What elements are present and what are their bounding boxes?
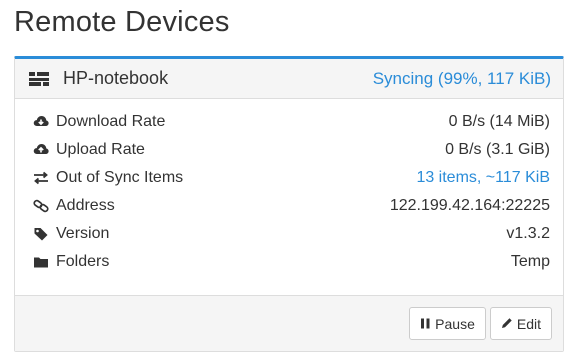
detail-value: 0 B/s (14 MiB) <box>448 113 550 130</box>
detail-row-download-rate: Download Rate 0 B/s (14 MiB) <box>33 108 550 136</box>
detail-row-folders: Folders Temp <box>33 248 550 276</box>
exchange-icon <box>33 170 49 186</box>
detail-label: Out of Sync Items <box>56 169 184 186</box>
folder-icon <box>33 254 49 270</box>
detail-row-out-of-sync: Out of Sync Items 13 items, ~117 KiB <box>33 164 550 192</box>
detail-label: Version <box>56 225 110 242</box>
desktop-icon <box>29 71 49 87</box>
link-icon <box>33 198 49 214</box>
device-name: HP-notebook <box>63 68 169 88</box>
edit-button[interactable]: Edit <box>489 307 552 340</box>
detail-value: 122.199.42.164:22225 <box>389 197 550 214</box>
detail-value: 0 B/s (3.1 GiB) <box>445 141 550 158</box>
detail-label: Address <box>56 197 115 214</box>
edit-button-label: Edit <box>516 315 541 332</box>
out-of-sync-link[interactable]: 13 items, ~117 KiB <box>416 169 550 187</box>
cloud-upload-icon <box>33 142 49 158</box>
detail-row-upload-rate: Upload Rate 0 B/s (3.1 GiB) <box>33 136 550 164</box>
pause-icon <box>420 316 431 332</box>
tag-icon <box>33 226 49 242</box>
cloud-download-icon <box>33 114 49 130</box>
detail-label: Upload Rate <box>56 141 145 158</box>
device-details: Download Rate 0 B/s (14 MiB) Upload Rate… <box>15 99 563 276</box>
detail-value: v1.3.2 <box>506 225 550 242</box>
detail-value: Temp <box>510 253 550 270</box>
detail-row-version: Version v1.3.2 <box>33 220 550 248</box>
device-panel-heading[interactable]: HP-notebook Syncing (99%, 117 KiB) <box>15 59 563 99</box>
device-sync-status: Syncing (99%, 117 KiB) <box>372 68 551 88</box>
pause-button[interactable]: Pause <box>409 307 486 340</box>
detail-label: Download Rate <box>56 113 166 130</box>
device-panel: HP-notebook Syncing (99%, 117 KiB) Downl… <box>14 56 564 352</box>
page-title: Remote Devices <box>14 6 230 38</box>
detail-row-address: Address 122.199.42.164:22225 <box>33 192 550 220</box>
device-panel-footer: Pause Edit <box>15 295 563 351</box>
pause-button-label: Pause <box>435 315 475 332</box>
pencil-icon <box>501 316 513 332</box>
detail-label: Folders <box>56 253 110 270</box>
